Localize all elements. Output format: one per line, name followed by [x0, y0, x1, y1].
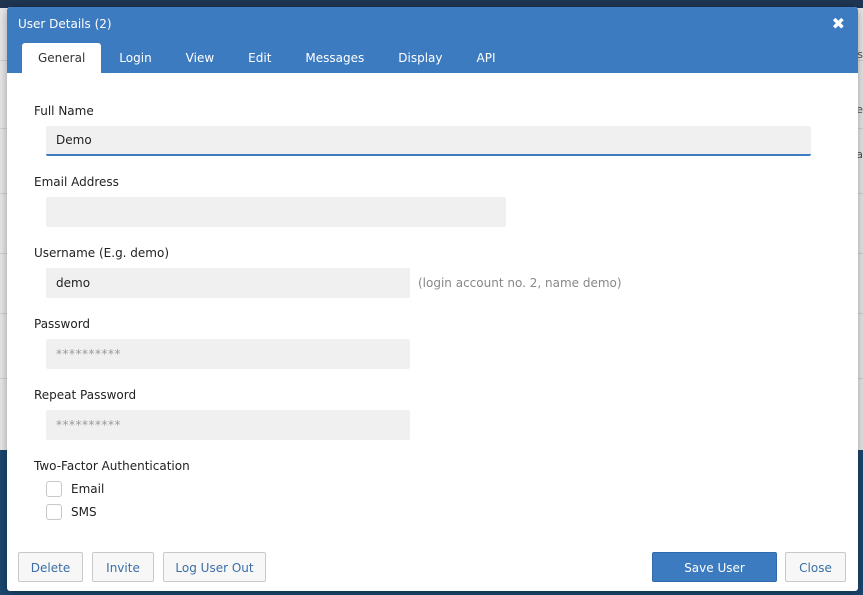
dialog-title: User Details (2) [18, 17, 112, 31]
tab-general[interactable]: General [22, 43, 102, 73]
username-hint: (login account no. 2, name demo) [418, 276, 622, 290]
tab-messages[interactable]: Messages [289, 43, 380, 73]
close-button[interactable]: Close [785, 552, 846, 582]
two-factor-sms-checkbox[interactable] [46, 504, 62, 520]
full-name-field[interactable] [46, 126, 811, 156]
username-field[interactable] [46, 268, 410, 298]
two-factor-label: Two-Factor Authentication [34, 459, 190, 473]
two-factor-email-option: Email [46, 481, 104, 497]
email-field[interactable] [46, 197, 506, 227]
tab-display[interactable]: Display [382, 43, 458, 73]
two-factor-sms-label: SMS [71, 505, 97, 519]
delete-button[interactable]: Delete [18, 552, 83, 582]
username-label: Username (E.g. demo) [34, 246, 170, 260]
password-field[interactable] [46, 339, 410, 369]
password-label: Password [34, 317, 91, 331]
tab-edit[interactable]: Edit [232, 43, 287, 73]
tab-api[interactable]: API [461, 43, 512, 73]
tab-view[interactable]: View [170, 43, 230, 73]
invite-button[interactable]: Invite [92, 552, 154, 582]
repeat-password-field[interactable] [46, 410, 410, 440]
close-icon[interactable]: ✖ [832, 16, 845, 32]
log-user-out-button[interactable]: Log User Out [163, 552, 266, 582]
save-user-button[interactable]: Save User [652, 552, 777, 582]
two-factor-email-label: Email [71, 482, 105, 496]
two-factor-email-checkbox[interactable] [46, 481, 62, 497]
email-label: Email Address [34, 175, 119, 189]
background-text: s [857, 48, 863, 61]
user-details-dialog: User Details (2) ✖ General Login View Ed… [7, 7, 858, 591]
tab-bar: General Login View Edit Messages Display… [22, 43, 513, 73]
tab-login[interactable]: Login [103, 43, 167, 73]
two-factor-sms-option: SMS [46, 504, 97, 520]
dialog-header: User Details (2) ✖ General Login View Ed… [7, 7, 858, 73]
full-name-label: Full Name [34, 104, 94, 118]
repeat-password-label: Repeat Password [34, 388, 137, 402]
